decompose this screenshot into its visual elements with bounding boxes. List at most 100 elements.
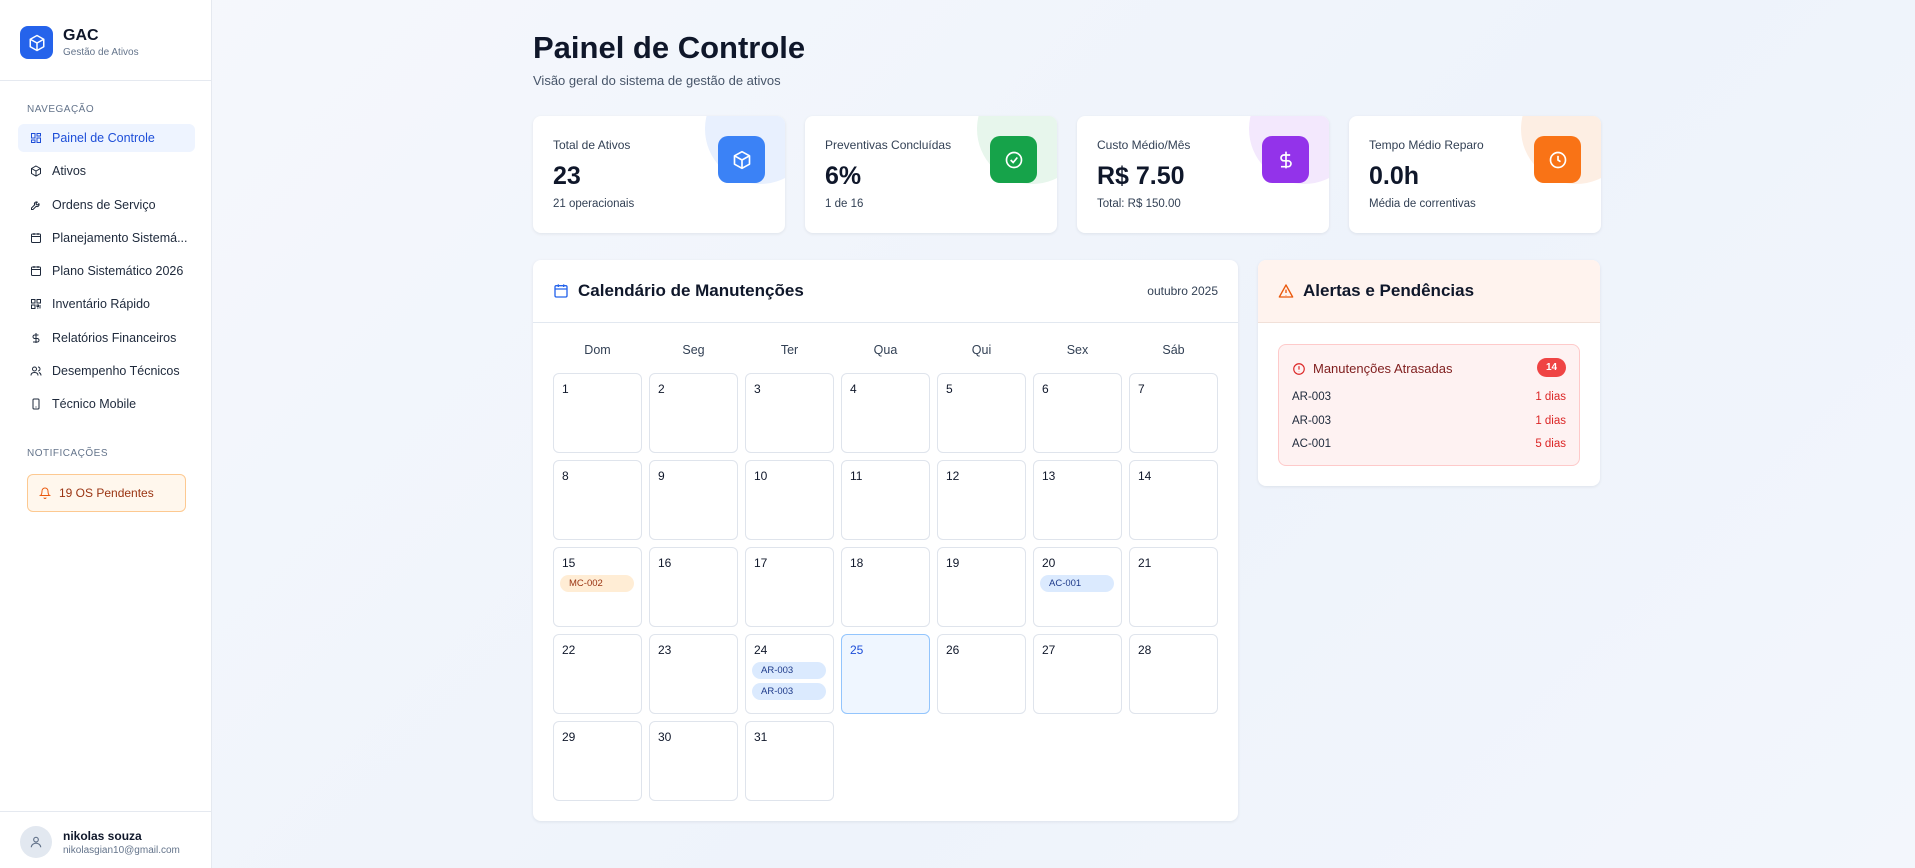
weekday-label: Qua: [873, 343, 898, 357]
calendar-event[interactable]: MC-002: [560, 575, 634, 592]
calendar-day[interactable]: 20 AC-001: [1033, 547, 1122, 627]
calendar-day[interactable]: 4: [841, 373, 930, 453]
weekday-label: Seg: [682, 343, 705, 357]
calendar-event[interactable]: AR-003: [752, 683, 826, 700]
overdue-row[interactable]: AC-001 5 dias: [1292, 438, 1566, 450]
calendar-icon: [553, 283, 569, 299]
day-number: 10: [754, 469, 768, 483]
sidebar-item-relatorios[interactable]: Relatórios Financeiros: [18, 324, 195, 352]
user-profile[interactable]: nikolas souza nikolasgian10@gmail.com: [20, 826, 180, 858]
day-number: 15: [562, 556, 576, 570]
notification-label: 19 OS Pendentes: [59, 486, 154, 500]
sidebar-item-inventario[interactable]: Inventário Rápido: [18, 290, 195, 318]
dashboard-icon: [30, 132, 42, 144]
sidebar-item-label: Inventário Rápido: [52, 297, 150, 312]
calendar-day[interactable]: 24 AR-003 AR-003: [745, 634, 834, 714]
calendar-day[interactable]: 1: [553, 373, 642, 453]
calendar-day[interactable]: 18: [841, 547, 930, 627]
calendar-month: outubro 2025: [1147, 284, 1218, 298]
cube-icon: [20, 26, 53, 59]
calendar-day[interactable]: 19: [937, 547, 1026, 627]
day-number: 22: [562, 643, 576, 657]
sidebar-item-tecnico-mobile[interactable]: Técnico Mobile: [18, 390, 195, 418]
calendar-day[interactable]: 29: [553, 721, 642, 801]
calendar-day[interactable]: 28: [1129, 634, 1218, 714]
cube-icon: [30, 165, 42, 177]
asset-code: AC-001: [1292, 438, 1331, 450]
calendar-day[interactable]: 26: [937, 634, 1026, 714]
calendar-day[interactable]: 10: [745, 460, 834, 540]
page-subtitle: Visão geral do sistema de gestão de ativ…: [533, 73, 781, 88]
day-number: 26: [946, 643, 960, 657]
pending-os-notification[interactable]: 19 OS Pendentes: [27, 474, 186, 512]
users-icon: [30, 365, 42, 377]
calendar-day[interactable]: 12: [937, 460, 1026, 540]
stat-value: 6%: [825, 162, 862, 190]
calendar-day[interactable]: 30: [649, 721, 738, 801]
calendar-day[interactable]: 15 MC-002: [553, 547, 642, 627]
stat-label: Total de Ativos: [553, 138, 631, 152]
alerts-header: Alertas e Pendências: [1258, 260, 1600, 323]
stat-card-preventivas: Preventivas Concluídas 6% 1 de 16: [805, 116, 1057, 233]
weekday-label: Qui: [971, 343, 992, 357]
sidebar-item-ativos[interactable]: Ativos: [18, 157, 195, 185]
calendar-day[interactable]: 22: [553, 634, 642, 714]
sidebar-item-planejamento[interactable]: Planejamento Sistemá...: [18, 224, 195, 252]
calendar-day[interactable]: 17: [745, 547, 834, 627]
bell-icon: [39, 487, 51, 499]
overdue-maintenance-box[interactable]: Manutenções Atrasadas 14 AR-003 1 dias A…: [1278, 344, 1580, 466]
stat-label: Preventivas Concluídas: [825, 138, 952, 152]
calendar-day[interactable]: 3: [745, 373, 834, 453]
sidebar-item-label: Técnico Mobile: [52, 397, 137, 412]
calendar-day[interactable]: 7: [1129, 373, 1218, 453]
warning-icon: [1278, 283, 1294, 299]
calendar-day[interactable]: 13: [1033, 460, 1122, 540]
sidebar-item-plano-sistematico[interactable]: Plano Sistemático 2026: [18, 257, 195, 285]
sidebar-item-ordens-de-servico[interactable]: Ordens de Serviço: [18, 191, 195, 219]
alert-circle-icon: [1292, 362, 1306, 376]
weekday-label: Dom: [584, 343, 611, 357]
divider: [0, 80, 212, 81]
calendar-day[interactable]: 31: [745, 721, 834, 801]
sidebar-item-painel-de-controle[interactable]: Painel de Controle: [18, 124, 195, 152]
nav-section-label: NAVEGAÇÃO: [27, 104, 95, 115]
calendar-day[interactable]: 16: [649, 547, 738, 627]
calendar-day[interactable]: 8: [553, 460, 642, 540]
sidebar-item-label: Relatórios Financeiros: [52, 330, 177, 345]
day-number: 5: [946, 382, 953, 396]
calendar-day[interactable]: 9: [649, 460, 738, 540]
calendar-event[interactable]: AR-003: [752, 662, 826, 679]
main-nav: Painel de Controle Ativos Ordens de Serv…: [18, 124, 195, 424]
stat-card-tempo-reparo: Tempo Médio Reparo 0.0h Média de corrent…: [1349, 116, 1601, 233]
divider: [0, 811, 212, 812]
day-number: 16: [658, 556, 672, 570]
day-number: 20: [1042, 556, 1056, 570]
calendar-day[interactable]: 5: [937, 373, 1026, 453]
calendar-day[interactable]: 25: [841, 634, 930, 714]
calendar-day[interactable]: 21: [1129, 547, 1218, 627]
stat-footnote: 21 operacionais: [553, 198, 635, 210]
alerts-panel: Alertas e Pendências Manutenções Atrasad…: [1258, 260, 1600, 486]
calendar-day[interactable]: 6: [1033, 373, 1122, 453]
weekday-label: Ter: [780, 343, 799, 357]
calendar-day[interactable]: 2: [649, 373, 738, 453]
days-overdue: 1 dias: [1535, 415, 1566, 427]
sidebar-item-label: Ordens de Serviço: [52, 197, 156, 212]
brand[interactable]: GAC Gestão de Ativos: [20, 26, 139, 59]
calendar-day[interactable]: 14: [1129, 460, 1218, 540]
calendar-day[interactable]: 11: [841, 460, 930, 540]
brand-name: GAC: [63, 27, 99, 44]
stat-label: Tempo Médio Reparo: [1369, 138, 1484, 152]
calendar-day[interactable]: 27: [1033, 634, 1122, 714]
calendar-event[interactable]: AC-001: [1040, 575, 1114, 592]
overdue-row[interactable]: AR-003 1 dias: [1292, 415, 1566, 427]
asset-code: AR-003: [1292, 415, 1331, 427]
sidebar-item-desempenho[interactable]: Desempenho Técnicos: [18, 357, 195, 385]
stat-footnote: 1 de 16: [825, 198, 864, 210]
day-number: 12: [946, 469, 960, 483]
day-number: 18: [850, 556, 864, 570]
day-number: 31: [754, 730, 768, 744]
weekday-label: Sáb: [1162, 343, 1185, 357]
calendar-day[interactable]: 23: [649, 634, 738, 714]
overdue-row[interactable]: AR-003 1 dias: [1292, 391, 1566, 403]
